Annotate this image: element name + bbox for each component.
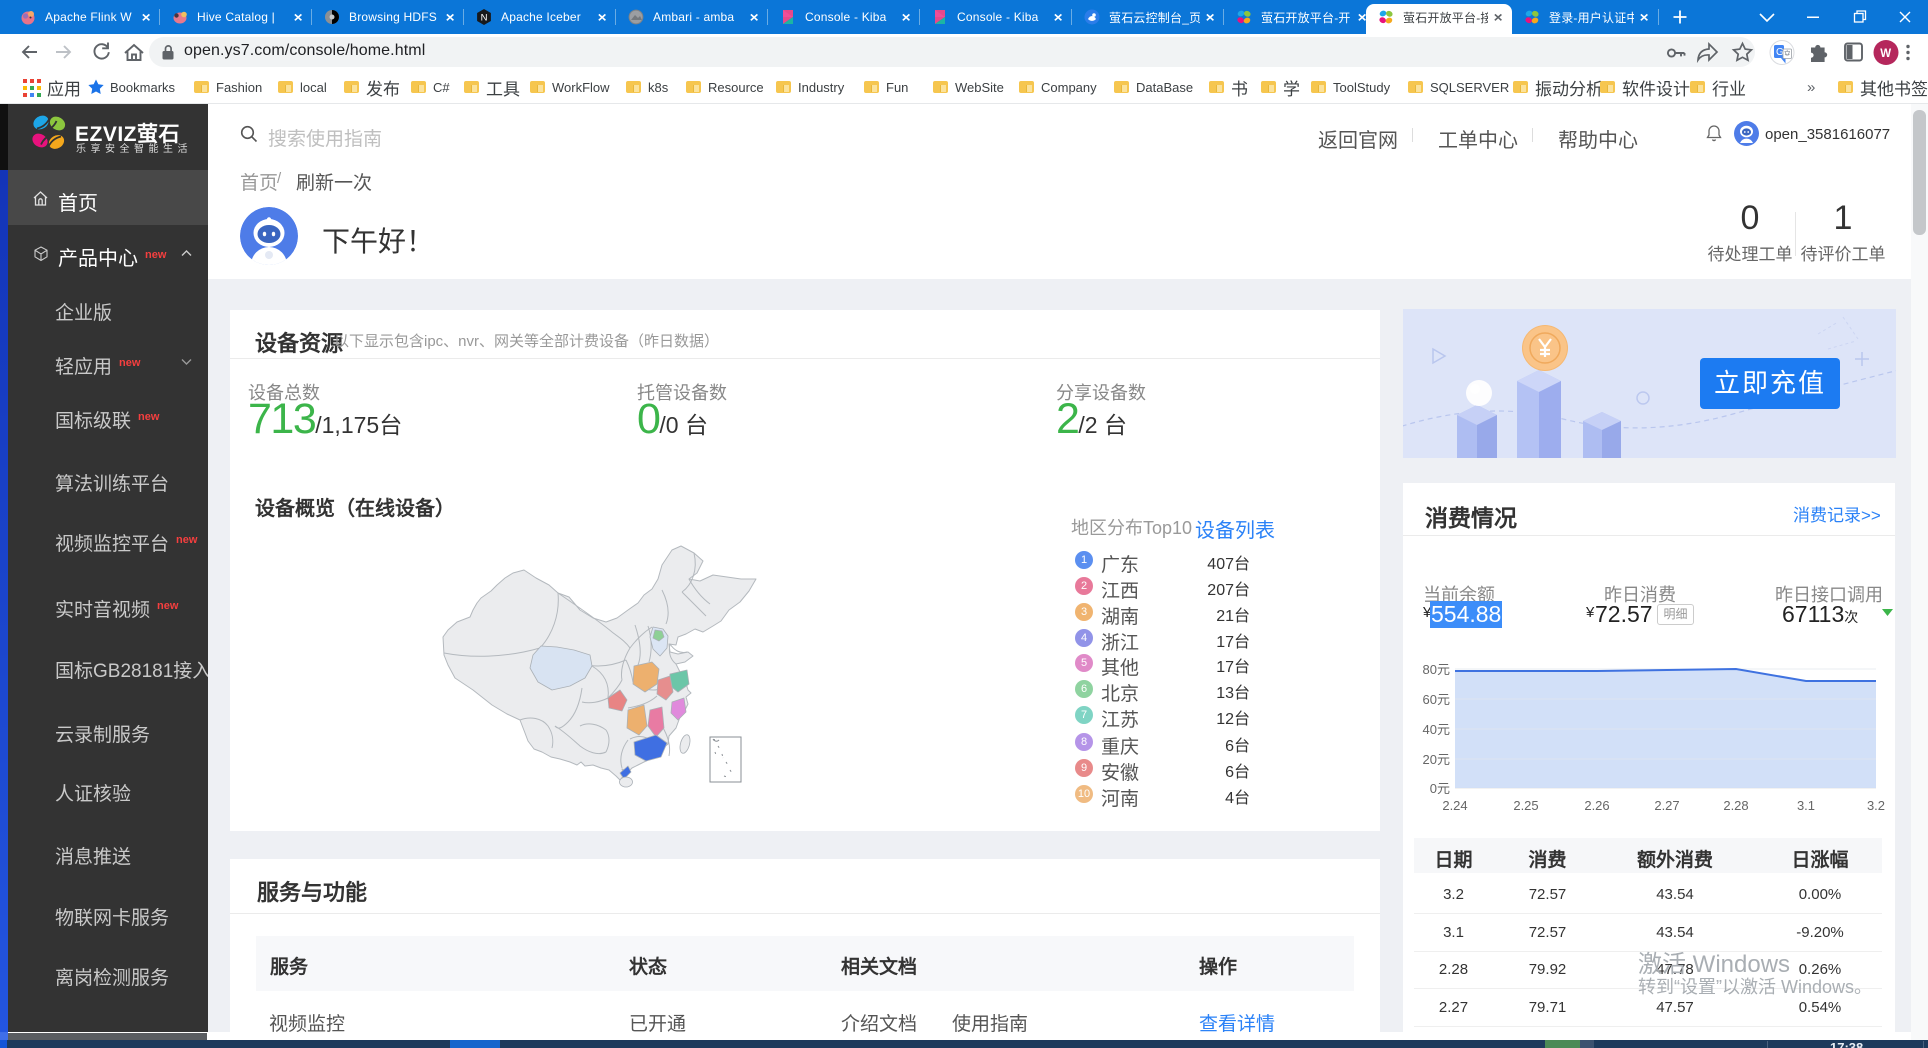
svg-text:2.27: 2.27: [1654, 798, 1679, 813]
svg-text:3.2: 3.2: [1867, 798, 1885, 813]
svg-text:W: W: [1880, 48, 1891, 60]
svg-text:2.25: 2.25: [1513, 798, 1538, 813]
svg-text:N: N: [481, 13, 488, 24]
svg-text:40元: 40元: [1423, 722, 1450, 737]
svg-text:2.28: 2.28: [1723, 798, 1748, 813]
svg-text:80元: 80元: [1423, 662, 1450, 677]
svg-text:2.26: 2.26: [1584, 798, 1609, 813]
svg-text:60元: 60元: [1423, 692, 1450, 707]
svg-text:20元: 20元: [1423, 752, 1450, 767]
svg-text:3.1: 3.1: [1797, 798, 1815, 813]
svg-text:0元: 0元: [1430, 781, 1450, 796]
svg-text:2.24: 2.24: [1442, 798, 1467, 813]
